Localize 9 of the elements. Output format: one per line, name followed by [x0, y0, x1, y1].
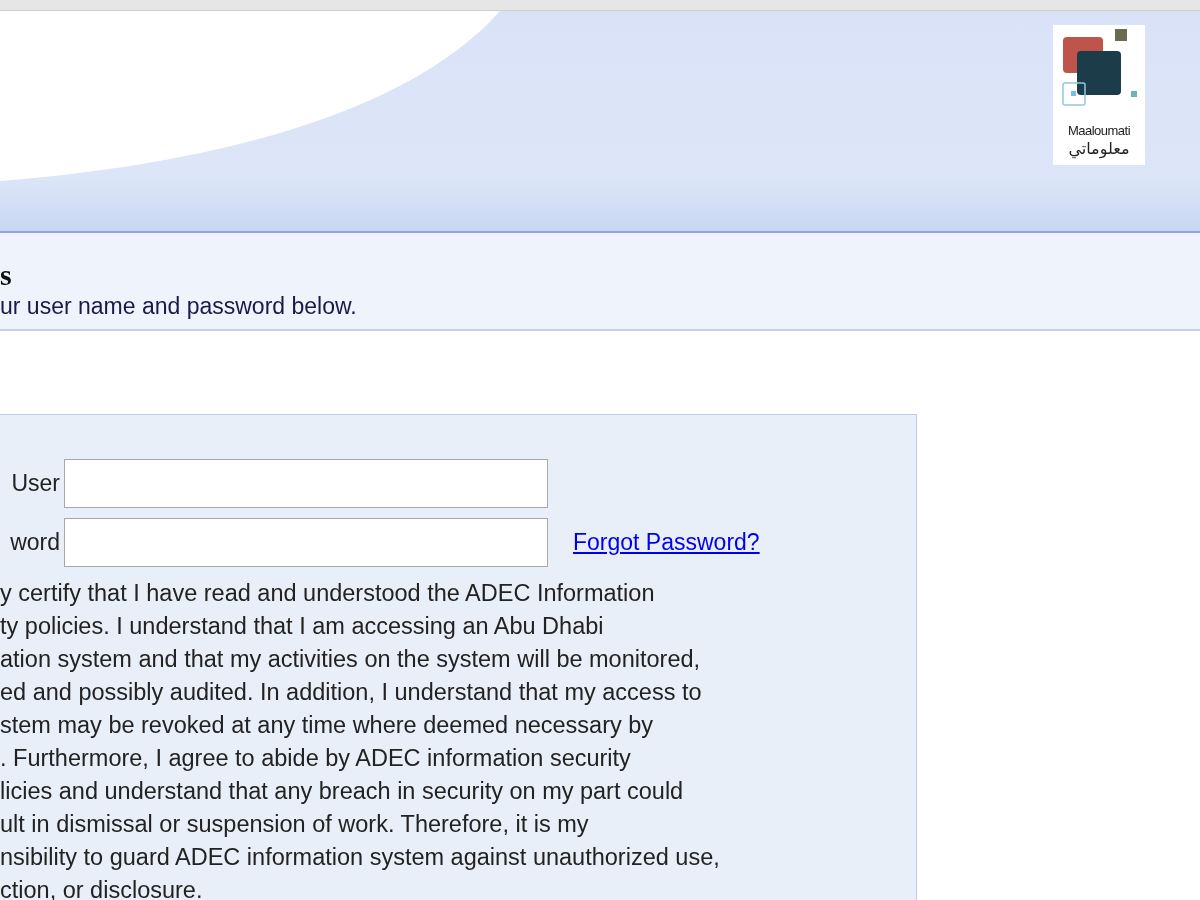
logo-text: معلوماتي: [1068, 139, 1130, 159]
field-label: word: [9, 529, 60, 556]
field-label: User: [10, 470, 60, 497]
input-field[interactable]: [64, 518, 548, 567]
instruction-text: ur user name and password below.: [0, 292, 358, 321]
page-title: s: [0, 259, 13, 291]
forgot-password-link[interactable]: Forgot Password?: [573, 529, 760, 556]
input-field[interactable]: [64, 459, 548, 508]
logo-text: Maaloumati: [1067, 123, 1131, 139]
